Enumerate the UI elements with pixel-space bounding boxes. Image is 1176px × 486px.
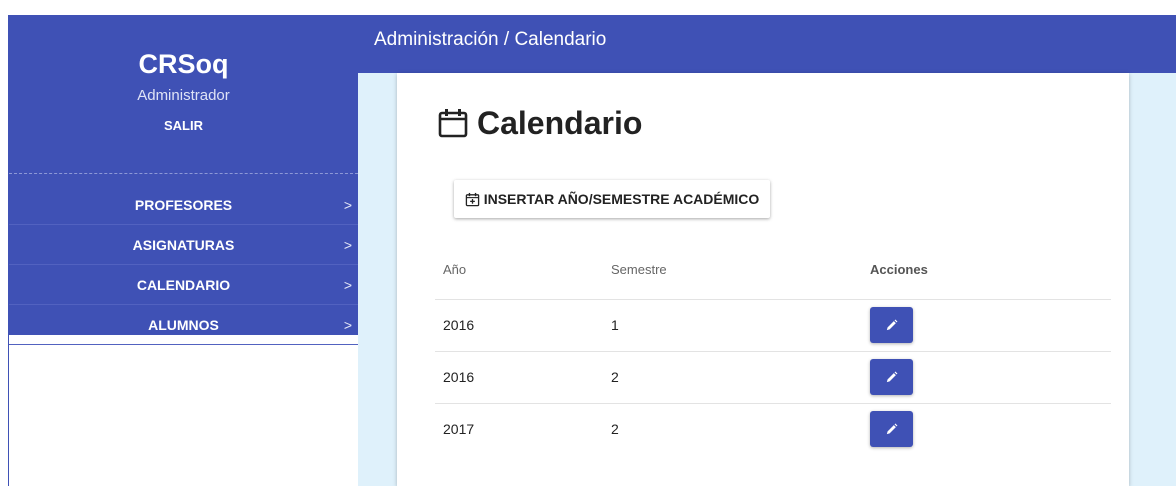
cell-semester: 1 bbox=[603, 299, 862, 352]
sidebar-item-profesores[interactable]: PROFESORES > bbox=[9, 185, 358, 225]
brand-logo: CRSoq bbox=[138, 49, 229, 79]
sidebar-item-label: ASIGNATURAS bbox=[132, 237, 235, 253]
cell-actions bbox=[862, 351, 1111, 404]
column-header-actions: Acciones bbox=[862, 241, 1111, 300]
cell-semester: 2 bbox=[611, 421, 619, 438]
page-title-text: Calendario bbox=[477, 104, 643, 141]
edit-button[interactable] bbox=[870, 411, 913, 448]
column-header-year: Año bbox=[435, 241, 603, 300]
sidebar-item-alumnos[interactable]: ALUMNOS > bbox=[9, 305, 358, 345]
pencil-icon bbox=[886, 319, 898, 330]
sidebar: CRSoq Administrador SALIR PROFESORES > A… bbox=[9, 15, 358, 486]
calendar-plus-icon bbox=[465, 192, 479, 206]
edit-button[interactable] bbox=[870, 359, 913, 395]
table-row: 2016 2 bbox=[435, 351, 1111, 404]
pencil-icon bbox=[886, 371, 898, 382]
chevron-right-icon: > bbox=[343, 277, 352, 293]
user-role: Administrador bbox=[137, 87, 230, 104]
sidebar-item-calendario[interactable]: CALENDARIO > bbox=[9, 265, 358, 305]
table-row: 2017 2 bbox=[435, 403, 1111, 455]
sidebar-item-label: ALUMNOS bbox=[148, 317, 219, 333]
content-card: Calendario INSERTAR AÑO/SEMESTRE ACADÉMI… bbox=[397, 73, 1129, 486]
pencil-icon bbox=[886, 423, 898, 434]
logout-link[interactable]: SALIR bbox=[9, 118, 358, 134]
sidebar-divider bbox=[9, 173, 358, 174]
column-header-semester: Semestre bbox=[603, 241, 862, 300]
table-row: 2016 1 bbox=[435, 299, 1111, 352]
sidebar-item-label: CALENDARIO bbox=[136, 277, 231, 293]
top-bar: Administración / Calendario bbox=[358, 15, 1176, 73]
insert-button-label: INSERTAR AÑO/SEMESTRE ACADÉMICO bbox=[483, 191, 760, 207]
cell-actions bbox=[862, 299, 1111, 352]
sidebar-item-label: PROFESORES bbox=[134, 197, 233, 213]
sidebar-item-asignaturas[interactable]: ASIGNATURAS > bbox=[9, 225, 358, 265]
cell-year: 2017 bbox=[443, 421, 475, 438]
sidebar-nav: PROFESORES > ASIGNATURAS > CALENDARIO > … bbox=[9, 185, 358, 345]
calendar-table: Año Semestre Acciones 2016 1 2016 2 2017… bbox=[435, 241, 1111, 455]
app-frame: CRSoq Administrador SALIR PROFESORES > A… bbox=[8, 15, 1176, 486]
chevron-right-icon: > bbox=[343, 317, 352, 333]
page-title: Calendario bbox=[437, 101, 642, 145]
table-header-row: Año Semestre Acciones bbox=[435, 241, 1111, 300]
cell-year: 2016 bbox=[435, 351, 603, 404]
sidebar-panel: CRSoq Administrador SALIR PROFESORES > A… bbox=[9, 15, 358, 345]
cell-semester: 2 bbox=[603, 351, 862, 404]
cell-year: 2016 bbox=[435, 299, 603, 352]
breadcrumb: Administración / Calendario bbox=[374, 29, 607, 50]
cell-actions bbox=[862, 403, 1111, 455]
calendar-icon bbox=[438, 109, 468, 138]
chevron-right-icon: > bbox=[343, 197, 352, 213]
insert-academic-year-button[interactable]: INSERTAR AÑO/SEMESTRE ACADÉMICO bbox=[454, 180, 770, 218]
edit-button[interactable] bbox=[870, 307, 913, 343]
chevron-right-icon: > bbox=[343, 237, 352, 253]
